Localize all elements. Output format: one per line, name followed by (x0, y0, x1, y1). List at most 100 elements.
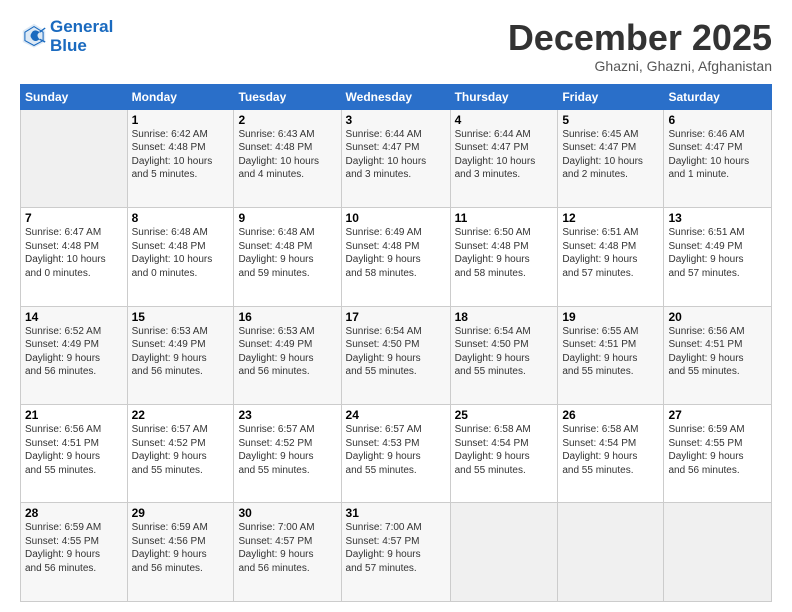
day-info: Sunrise: 6:58 AM Sunset: 4:54 PM Dayligh… (455, 423, 554, 477)
week-row-3: 14Sunrise: 6:52 AM Sunset: 4:49 PM Dayli… (21, 306, 772, 404)
day-number: 29 (132, 506, 230, 520)
day-cell: 21Sunrise: 6:56 AM Sunset: 4:51 PM Dayli… (21, 405, 128, 503)
day-cell: 15Sunrise: 6:53 AM Sunset: 4:49 PM Dayli… (127, 306, 234, 404)
day-number: 8 (132, 211, 230, 225)
week-row-5: 28Sunrise: 6:59 AM Sunset: 4:55 PM Dayli… (21, 503, 772, 602)
day-info: Sunrise: 6:42 AM Sunset: 4:48 PM Dayligh… (132, 128, 230, 182)
day-cell: 11Sunrise: 6:50 AM Sunset: 4:48 PM Dayli… (450, 208, 558, 306)
day-cell: 14Sunrise: 6:52 AM Sunset: 4:49 PM Dayli… (21, 306, 128, 404)
day-cell: 24Sunrise: 6:57 AM Sunset: 4:53 PM Dayli… (341, 405, 450, 503)
day-number: 7 (25, 211, 123, 225)
day-info: Sunrise: 6:59 AM Sunset: 4:56 PM Dayligh… (132, 521, 230, 575)
day-number: 4 (455, 113, 554, 127)
day-info: Sunrise: 6:44 AM Sunset: 4:47 PM Dayligh… (455, 128, 554, 182)
day-cell: 27Sunrise: 6:59 AM Sunset: 4:55 PM Dayli… (664, 405, 772, 503)
day-info: Sunrise: 6:45 AM Sunset: 4:47 PM Dayligh… (562, 128, 659, 182)
day-info: Sunrise: 6:59 AM Sunset: 4:55 PM Dayligh… (25, 521, 123, 575)
day-cell: 9Sunrise: 6:48 AM Sunset: 4:48 PM Daylig… (234, 208, 341, 306)
day-number: 3 (346, 113, 446, 127)
day-cell: 30Sunrise: 7:00 AM Sunset: 4:57 PM Dayli… (234, 503, 341, 602)
day-header-friday: Friday (558, 84, 664, 109)
day-header-saturday: Saturday (664, 84, 772, 109)
week-row-1: 1Sunrise: 6:42 AM Sunset: 4:48 PM Daylig… (21, 109, 772, 207)
day-cell: 2Sunrise: 6:43 AM Sunset: 4:48 PM Daylig… (234, 109, 341, 207)
day-number: 5 (562, 113, 659, 127)
day-number: 15 (132, 310, 230, 324)
day-cell: 10Sunrise: 6:49 AM Sunset: 4:48 PM Dayli… (341, 208, 450, 306)
day-number: 28 (25, 506, 123, 520)
week-row-2: 7Sunrise: 6:47 AM Sunset: 4:48 PM Daylig… (21, 208, 772, 306)
day-cell: 19Sunrise: 6:55 AM Sunset: 4:51 PM Dayli… (558, 306, 664, 404)
day-number: 24 (346, 408, 446, 422)
header: General Blue December 2025 Ghazni, Ghazn… (20, 18, 772, 74)
logo: General Blue (20, 18, 113, 55)
title-block: December 2025 Ghazni, Ghazni, Afghanista… (508, 18, 772, 74)
day-number: 9 (238, 211, 336, 225)
day-cell (21, 109, 128, 207)
day-info: Sunrise: 6:57 AM Sunset: 4:53 PM Dayligh… (346, 423, 446, 477)
day-number: 1 (132, 113, 230, 127)
day-info: Sunrise: 6:52 AM Sunset: 4:49 PM Dayligh… (25, 325, 123, 379)
day-info: Sunrise: 6:49 AM Sunset: 4:48 PM Dayligh… (346, 226, 446, 280)
day-number: 18 (455, 310, 554, 324)
day-number: 11 (455, 211, 554, 225)
day-info: Sunrise: 7:00 AM Sunset: 4:57 PM Dayligh… (346, 521, 446, 575)
day-info: Sunrise: 6:55 AM Sunset: 4:51 PM Dayligh… (562, 325, 659, 379)
day-number: 2 (238, 113, 336, 127)
day-number: 19 (562, 310, 659, 324)
page: General Blue December 2025 Ghazni, Ghazn… (0, 0, 792, 612)
day-number: 27 (668, 408, 767, 422)
day-cell: 5Sunrise: 6:45 AM Sunset: 4:47 PM Daylig… (558, 109, 664, 207)
day-header-wednesday: Wednesday (341, 84, 450, 109)
day-header-sunday: Sunday (21, 84, 128, 109)
day-number: 31 (346, 506, 446, 520)
day-info: Sunrise: 6:56 AM Sunset: 4:51 PM Dayligh… (668, 325, 767, 379)
logo-icon (20, 21, 48, 49)
day-cell: 25Sunrise: 6:58 AM Sunset: 4:54 PM Dayli… (450, 405, 558, 503)
day-cell: 20Sunrise: 6:56 AM Sunset: 4:51 PM Dayli… (664, 306, 772, 404)
day-cell: 1Sunrise: 6:42 AM Sunset: 4:48 PM Daylig… (127, 109, 234, 207)
day-cell: 18Sunrise: 6:54 AM Sunset: 4:50 PM Dayli… (450, 306, 558, 404)
week-row-4: 21Sunrise: 6:56 AM Sunset: 4:51 PM Dayli… (21, 405, 772, 503)
calendar-header-row: SundayMondayTuesdayWednesdayThursdayFrid… (21, 84, 772, 109)
logo-line1: General (50, 18, 113, 37)
day-cell: 29Sunrise: 6:59 AM Sunset: 4:56 PM Dayli… (127, 503, 234, 602)
day-cell: 12Sunrise: 6:51 AM Sunset: 4:48 PM Dayli… (558, 208, 664, 306)
month-title: December 2025 (508, 18, 772, 58)
day-number: 21 (25, 408, 123, 422)
day-number: 14 (25, 310, 123, 324)
day-cell: 7Sunrise: 6:47 AM Sunset: 4:48 PM Daylig… (21, 208, 128, 306)
day-number: 16 (238, 310, 336, 324)
day-number: 13 (668, 211, 767, 225)
day-header-tuesday: Tuesday (234, 84, 341, 109)
day-header-thursday: Thursday (450, 84, 558, 109)
day-cell: 23Sunrise: 6:57 AM Sunset: 4:52 PM Dayli… (234, 405, 341, 503)
day-info: Sunrise: 6:46 AM Sunset: 4:47 PM Dayligh… (668, 128, 767, 182)
day-info: Sunrise: 6:53 AM Sunset: 4:49 PM Dayligh… (238, 325, 336, 379)
day-number: 25 (455, 408, 554, 422)
day-info: Sunrise: 6:44 AM Sunset: 4:47 PM Dayligh… (346, 128, 446, 182)
day-cell: 13Sunrise: 6:51 AM Sunset: 4:49 PM Dayli… (664, 208, 772, 306)
day-info: Sunrise: 6:48 AM Sunset: 4:48 PM Dayligh… (132, 226, 230, 280)
day-cell (558, 503, 664, 602)
day-info: Sunrise: 7:00 AM Sunset: 4:57 PM Dayligh… (238, 521, 336, 575)
day-number: 17 (346, 310, 446, 324)
day-info: Sunrise: 6:53 AM Sunset: 4:49 PM Dayligh… (132, 325, 230, 379)
day-cell (664, 503, 772, 602)
day-info: Sunrise: 6:56 AM Sunset: 4:51 PM Dayligh… (25, 423, 123, 477)
day-cell: 16Sunrise: 6:53 AM Sunset: 4:49 PM Dayli… (234, 306, 341, 404)
day-info: Sunrise: 6:43 AM Sunset: 4:48 PM Dayligh… (238, 128, 336, 182)
day-info: Sunrise: 6:51 AM Sunset: 4:49 PM Dayligh… (668, 226, 767, 280)
day-info: Sunrise: 6:54 AM Sunset: 4:50 PM Dayligh… (346, 325, 446, 379)
day-info: Sunrise: 6:57 AM Sunset: 4:52 PM Dayligh… (132, 423, 230, 477)
day-number: 12 (562, 211, 659, 225)
day-info: Sunrise: 6:57 AM Sunset: 4:52 PM Dayligh… (238, 423, 336, 477)
day-number: 23 (238, 408, 336, 422)
day-info: Sunrise: 6:50 AM Sunset: 4:48 PM Dayligh… (455, 226, 554, 280)
day-cell: 8Sunrise: 6:48 AM Sunset: 4:48 PM Daylig… (127, 208, 234, 306)
day-header-monday: Monday (127, 84, 234, 109)
day-cell: 26Sunrise: 6:58 AM Sunset: 4:54 PM Dayli… (558, 405, 664, 503)
day-info: Sunrise: 6:54 AM Sunset: 4:50 PM Dayligh… (455, 325, 554, 379)
day-cell: 6Sunrise: 6:46 AM Sunset: 4:47 PM Daylig… (664, 109, 772, 207)
day-number: 6 (668, 113, 767, 127)
